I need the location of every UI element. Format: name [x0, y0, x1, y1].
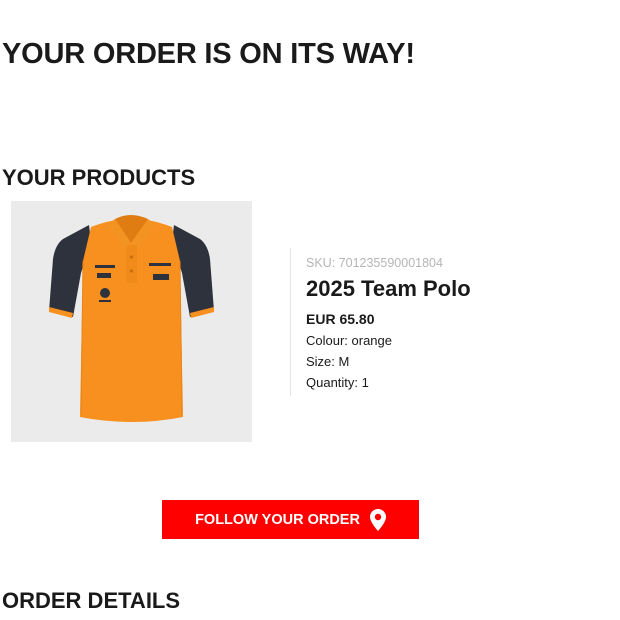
follow-your-order-button[interactable]: FOLLOW YOUR ORDER	[162, 500, 419, 539]
order-details-title: ORDER DETAILS	[2, 588, 181, 613]
product-size: Size: M	[306, 354, 350, 369]
sku-value: 701235590001804	[338, 256, 443, 270]
product-colour: Colour: orange	[306, 333, 392, 348]
product-details: SKU: 701235590001804 2025 Team Polo EUR …	[306, 255, 606, 391]
product-image[interactable]	[11, 201, 252, 442]
product-sku: SKU: 701235590001804	[306, 255, 606, 271]
sku-label: SKU:	[306, 256, 336, 270]
product-price: EUR 65.80	[306, 311, 375, 327]
product-divider	[290, 248, 291, 396]
product-quantity: Quantity: 1	[306, 375, 369, 390]
location-pin-icon	[369, 508, 386, 531]
product-name[interactable]: 2025 Team Polo	[306, 276, 606, 302]
follow-button-label: FOLLOW YOUR ORDER	[195, 511, 360, 528]
products-section-title: YOUR PRODUCTS	[2, 165, 196, 190]
polo-shirt-icon	[49, 215, 214, 422]
page-title: YOUR ORDER IS ON ITS WAY!	[2, 38, 415, 70]
